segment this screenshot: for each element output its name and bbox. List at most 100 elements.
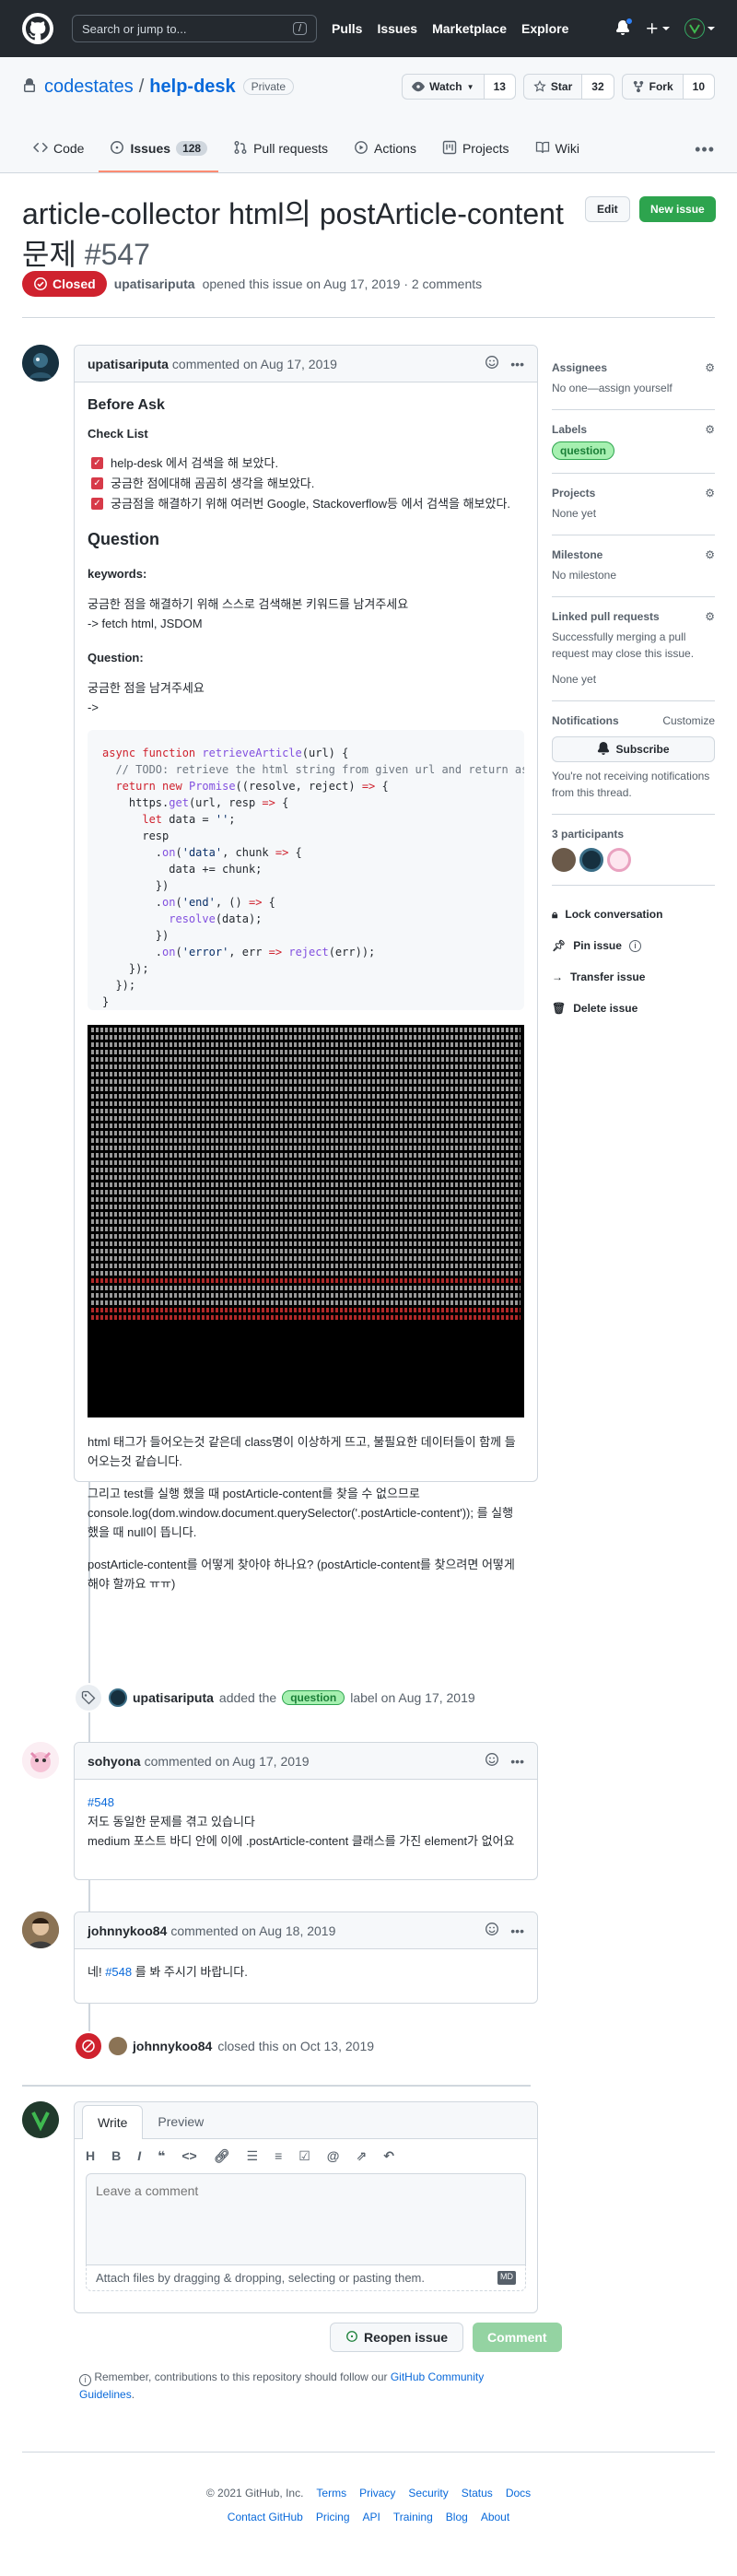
issue-reference-link[interactable]: #548: [88, 1795, 114, 1809]
labels-section[interactable]: Labels ⚙: [552, 423, 715, 436]
user-avatar-menu[interactable]: [684, 18, 715, 39]
attach-files-area[interactable]: Attach files by dragging & dropping, sel…: [86, 2265, 526, 2291]
bold-button[interactable]: B: [111, 2148, 121, 2164]
comment-author-link[interactable]: upatisariputa: [88, 357, 169, 371]
comment-date[interactable]: commented on Aug 17, 2019: [145, 1754, 310, 1769]
bullet-list-icon[interactable]: ☰: [247, 2148, 259, 2164]
mention-icon[interactable]: @: [327, 2148, 340, 2164]
nav-marketplace[interactable]: Marketplace: [432, 21, 507, 36]
watch-button[interactable]: Watch ▼ 13: [402, 74, 516, 100]
comment-options-kebab-icon[interactable]: •••: [510, 1923, 524, 1938]
edit-title-button[interactable]: Edit: [585, 196, 630, 222]
fork-button[interactable]: Fork 10: [621, 74, 715, 100]
issue-reference-link[interactable]: #548: [105, 1965, 132, 1979]
comment-options-kebab-icon[interactable]: •••: [510, 357, 524, 371]
footer-link-about[interactable]: About: [481, 2511, 509, 2523]
github-logo-icon[interactable]: [22, 13, 53, 44]
footer-link-docs[interactable]: Docs: [506, 2487, 531, 2500]
lock-conversation-link[interactable]: 🔒︎ Lock conversation: [552, 899, 715, 930]
avatar[interactable]: [552, 848, 576, 872]
create-new-plus-icon[interactable]: [645, 21, 670, 36]
footer-link-security[interactable]: Security: [408, 2487, 448, 2500]
comment-textarea[interactable]: [86, 2173, 526, 2265]
code-icon[interactable]: <>: [181, 2148, 196, 2164]
event-actor-link[interactable]: johnnykoo84: [133, 2039, 212, 2053]
pin-issue-link[interactable]: 📌︎ Pin issue i: [552, 930, 715, 961]
label-badge[interactable]: question: [552, 441, 614, 460]
tab-preview[interactable]: Preview: [143, 2105, 218, 2138]
gear-icon[interactable]: ⚙: [705, 548, 715, 561]
delete-issue-link[interactable]: 🗑︎ Delete issue: [552, 993, 715, 1024]
customize-link[interactable]: Customize: [662, 714, 715, 727]
task-list-icon[interactable]: ☑: [298, 2148, 310, 2164]
gear-icon[interactable]: ⚙: [705, 361, 715, 374]
comment-date[interactable]: commented on Aug 17, 2019: [172, 357, 337, 371]
avatar[interactable]: [579, 848, 603, 872]
reply-icon[interactable]: ↶: [383, 2148, 394, 2164]
reaction-smiley-icon[interactable]: [485, 1752, 499, 1770]
repo-name-link[interactable]: help-desk: [149, 76, 235, 98]
heading-button[interactable]: H: [86, 2148, 95, 2164]
footer-link-status[interactable]: Status: [462, 2487, 493, 2500]
issue-author-link[interactable]: upatisariputa: [114, 276, 195, 291]
tab-pull-requests[interactable]: Pull requests: [222, 126, 339, 172]
avatar[interactable]: [22, 345, 59, 382]
star-button[interactable]: Star 32: [522, 74, 614, 100]
comment-date[interactable]: commented on Aug 18, 2019: [170, 1923, 335, 1938]
comment-button[interactable]: Comment: [473, 2323, 562, 2352]
linked-prs-section[interactable]: Linked pull requests ⚙: [552, 610, 715, 623]
reaction-smiley-icon[interactable]: [485, 355, 499, 372]
reaction-smiley-icon[interactable]: [485, 1922, 499, 1939]
avatar[interactable]: [607, 848, 631, 872]
footer-link-privacy[interactable]: Privacy: [359, 2487, 395, 2500]
quote-icon[interactable]: ❝: [158, 2148, 165, 2164]
comment-author-link[interactable]: sohyona: [88, 1754, 141, 1769]
fork-count[interactable]: 10: [683, 75, 714, 99]
nav-explore[interactable]: Explore: [521, 21, 568, 36]
comment-options-kebab-icon[interactable]: •••: [510, 1754, 524, 1769]
tab-issues[interactable]: Issues 128: [99, 126, 219, 172]
tab-projects[interactable]: Projects: [431, 126, 521, 172]
checkbox-checked-icon[interactable]: ✓: [91, 476, 103, 489]
reopen-issue-button[interactable]: Reopen issue: [330, 2323, 464, 2352]
assignees-value[interactable]: No one—assign yourself: [552, 380, 715, 396]
checkbox-checked-icon[interactable]: ✓: [91, 456, 103, 469]
repo-owner-link[interactable]: codestates: [44, 76, 134, 98]
avatar[interactable]: [22, 1742, 59, 1779]
assignees-section[interactable]: Assignees ⚙: [552, 361, 715, 374]
search-input[interactable]: Search or jump to... /: [72, 15, 317, 42]
checkbox-checked-icon[interactable]: ✓: [91, 497, 103, 510]
footer-link-training[interactable]: Training: [393, 2511, 433, 2523]
tab-write[interactable]: Write: [82, 2105, 144, 2139]
comment-author-link[interactable]: johnnykoo84: [88, 1923, 167, 1938]
footer-link-blog[interactable]: Blog: [446, 2511, 468, 2523]
label-badge[interactable]: question: [282, 1690, 345, 1705]
gear-icon[interactable]: ⚙: [705, 487, 715, 500]
footer-link-terms[interactable]: Terms: [316, 2487, 346, 2500]
subscribe-button[interactable]: Subscribe: [552, 736, 715, 762]
nav-issues[interactable]: Issues: [377, 21, 417, 36]
numbered-list-icon[interactable]: ≡: [275, 2148, 282, 2164]
footer-link-pricing[interactable]: Pricing: [316, 2511, 350, 2523]
star-count[interactable]: 32: [582, 75, 614, 99]
tab-wiki[interactable]: Wiki: [524, 126, 591, 172]
footer-link-contact[interactable]: Contact GitHub: [228, 2511, 303, 2523]
milestone-section[interactable]: Milestone ⚙: [552, 548, 715, 561]
event-actor-link[interactable]: upatisariputa: [133, 1690, 214, 1705]
gear-icon[interactable]: ⚙: [705, 610, 715, 623]
italic-button[interactable]: I: [137, 2148, 141, 2164]
more-tabs-kebab-icon[interactable]: •••: [695, 126, 715, 172]
new-issue-button[interactable]: New issue: [639, 196, 716, 222]
footer-link-api[interactable]: API: [363, 2511, 380, 2523]
nav-pulls[interactable]: Pulls: [332, 21, 362, 36]
notifications-bell-icon[interactable]: [615, 17, 633, 38]
gear-icon[interactable]: ⚙: [705, 423, 715, 436]
avatar[interactable]: [22, 2101, 59, 2138]
tab-code[interactable]: Code: [22, 126, 95, 172]
projects-section[interactable]: Projects ⚙: [552, 487, 715, 500]
tab-actions[interactable]: Actions: [343, 126, 427, 172]
watch-count[interactable]: 13: [484, 75, 515, 99]
avatar[interactable]: [22, 1911, 59, 1948]
cross-reference-icon[interactable]: ⇗: [356, 2148, 367, 2164]
avatar[interactable]: [109, 1688, 127, 1707]
